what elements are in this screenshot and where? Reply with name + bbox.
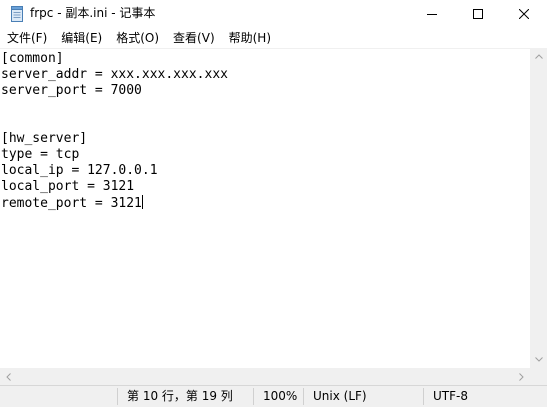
status-separator [253,388,254,405]
editor-line: local_ip = 127.0.0.1 [1,163,158,178]
menu-edit[interactable]: 编辑(E) [54,28,109,48]
editor-content[interactable]: [common] server_addr = xxx.xxx.xxx.xxx s… [0,49,530,212]
arrow-left-icon [6,372,11,381]
text-editor[interactable]: [common] server_addr = xxx.xxx.xxx.xxx s… [0,48,530,369]
editor-line: [common] [1,51,64,66]
maximize-icon [473,9,483,19]
maximize-button[interactable] [455,0,501,28]
status-separator [303,388,304,405]
menu-help[interactable]: 帮助(H) [222,28,278,48]
window-title: frpc - 副本.ini - 记事本 [30,6,156,20]
editor-line: server_addr = xxx.xxx.xxx.xxx [1,67,228,82]
arrow-up-icon [534,54,543,59]
status-separator [117,388,118,405]
close-icon [519,9,529,19]
arrow-right-icon [519,372,524,381]
status-separator [423,388,424,405]
status-bar: 第 10 行，第 19 列 100% Unix (LF) UTF-8 [0,385,547,407]
close-button[interactable] [501,0,547,28]
scroll-right-button[interactable] [513,368,530,385]
cursor-position: 第 10 行，第 19 列 [127,389,233,403]
editor-line: local_port = 3121 [1,179,135,194]
horizontal-scrollbar[interactable] [0,368,530,385]
editor-line: [hw_server] [1,131,88,146]
scrollbar-corner [530,368,547,385]
scroll-up-button[interactable] [530,48,547,65]
menu-format[interactable]: 格式(O) [109,28,166,48]
arrow-down-icon [534,357,543,362]
zoom-level: 100% [263,389,298,403]
line-ending: Unix (LF) [313,389,367,403]
scroll-left-button[interactable] [0,368,17,385]
editor-line: type = tcp [1,147,80,162]
menu-bar: 文件(F) 编辑(E) 格式(O) 查看(V) 帮助(H) [0,28,547,48]
title-bar[interactable]: frpc - 副本.ini - 记事本 [0,0,547,28]
menu-view[interactable]: 查看(V) [166,28,222,48]
text-caret [141,195,143,209]
notepad-window: frpc - 副本.ini - 记事本 文件(F) 编辑(E) 格式(O) 查看… [0,0,547,407]
vertical-scrollbar[interactable] [530,48,547,368]
minimize-button[interactable] [409,0,455,28]
scroll-down-button[interactable] [530,351,547,368]
encoding: UTF-8 [433,389,468,403]
notepad-icon[interactable] [10,6,24,22]
minimize-icon [427,14,437,15]
menu-file[interactable]: 文件(F) [0,28,54,48]
editor-line: server_port = 7000 [1,83,142,98]
editor-line: remote_port = 3121 [1,196,142,211]
